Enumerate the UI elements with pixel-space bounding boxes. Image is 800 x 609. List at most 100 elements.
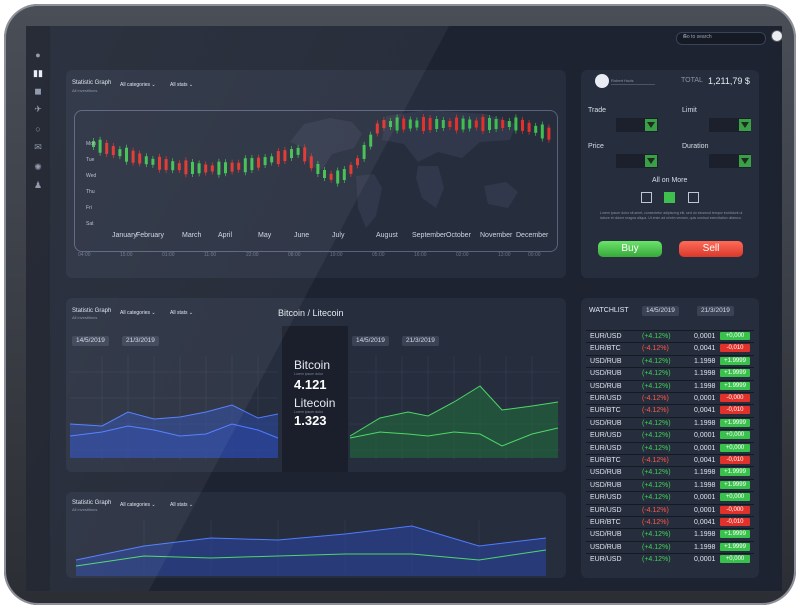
watchlist-row[interactable]: USD/RUB (+4.12%) 1.1998 +1.9999 bbox=[586, 478, 754, 492]
price-value: 1.1998 bbox=[694, 543, 716, 551]
watchlist-row[interactable]: USD/RUB (+4.12%) 1.1998 +1.9999 bbox=[586, 367, 754, 380]
pair-label: USD/RUB bbox=[590, 357, 622, 365]
price-value: 0,0001 bbox=[694, 494, 716, 502]
change-percent: (+4.12%) bbox=[642, 481, 671, 489]
watchlist-row[interactable]: EUR/BTC (-4.12%) 0,0041 -0,010 bbox=[586, 342, 754, 355]
change-percent: (+4.12%) bbox=[642, 444, 671, 452]
watchlist-row[interactable]: EUR/USD (-4.12%) 0,0001 -0,000 bbox=[586, 392, 754, 405]
change-percent: (+4.12%) bbox=[642, 382, 671, 390]
watchlist-row[interactable]: USD/RUB (+4.12%) 1.1998 +1.9999 bbox=[586, 416, 754, 430]
change-percent: (-4.12%) bbox=[642, 395, 669, 402]
watchlist-row[interactable]: USD/RUB (+4.12%) 1.1998 +1.9999 bbox=[586, 540, 754, 554]
watchlist-row[interactable]: EUR/USD (+4.12%) 0,0001 +0,000 bbox=[586, 441, 754, 455]
price-value: 0,0001 bbox=[694, 444, 716, 452]
pair-label: USD/RUB bbox=[590, 543, 622, 551]
watchlist-row[interactable]: EUR/USD (+4.12%) 0,0001 +0,000 bbox=[586, 429, 754, 442]
pair-label: USD/RUB bbox=[590, 469, 622, 477]
change-badge: +0,000 bbox=[720, 332, 750, 340]
change-badge: +1.9999 bbox=[720, 418, 750, 427]
change-badge: +1.9999 bbox=[720, 480, 750, 489]
watchlist-row[interactable]: EUR/USD (+4.12%) 0,0001 +0,000 bbox=[586, 330, 754, 343]
change-badge: +1.9999 bbox=[720, 530, 750, 539]
pair-label: USD/RUB bbox=[590, 419, 622, 427]
pair-label: USD/RUB bbox=[590, 370, 622, 378]
change-badge: +1.9999 bbox=[720, 369, 750, 378]
change-badge: +0,000 bbox=[720, 555, 750, 564]
pair-label: EUR/USD bbox=[590, 506, 622, 514]
change-percent: (+4.12%) bbox=[642, 333, 671, 340]
watchlist-row[interactable]: EUR/USD (+4.12%) 0,0001 +0,000 bbox=[586, 491, 754, 504]
price-value: 0,0001 bbox=[694, 395, 716, 402]
pair-label: EUR/BTC bbox=[590, 345, 621, 353]
change-badge: -0,010 bbox=[720, 518, 750, 526]
change-badge: -0,000 bbox=[720, 505, 750, 514]
change-percent: (+4.12%) bbox=[642, 419, 671, 427]
price-value: 0,0001 bbox=[694, 333, 716, 340]
price-value: 1.1998 bbox=[694, 531, 716, 539]
watchlist-row[interactable]: EUR/BTC (-4.12%) 0,0041 -0,010 bbox=[586, 404, 754, 417]
change-percent: (-4.12%) bbox=[642, 519, 669, 526]
change-percent: (-4.12%) bbox=[642, 407, 669, 415]
pair-label: EUR/BTC bbox=[590, 457, 621, 464]
price-value: 1.1998 bbox=[694, 419, 716, 427]
change-percent: (+4.12%) bbox=[642, 469, 671, 477]
change-badge: +0,000 bbox=[720, 493, 750, 502]
change-badge: +1.9999 bbox=[720, 542, 750, 551]
pair-label: EUR/BTC bbox=[590, 519, 621, 526]
pair-label: EUR/USD bbox=[590, 444, 622, 452]
change-percent: (+4.12%) bbox=[642, 432, 671, 440]
pair-label: EUR/USD bbox=[590, 395, 622, 402]
price-value: 1.1998 bbox=[694, 382, 716, 390]
watchlist-row[interactable]: EUR/BTC (-4.12%) 0,0041 -0,010 bbox=[586, 454, 754, 467]
date-chip[interactable]: 21/3/2019 bbox=[697, 306, 734, 316]
change-percent: (+4.12%) bbox=[642, 494, 671, 502]
change-percent: (+4.12%) bbox=[642, 531, 671, 539]
bottom-area-blue bbox=[76, 526, 546, 576]
price-value: 0,0001 bbox=[694, 432, 716, 440]
pair-label: EUR/USD bbox=[590, 333, 622, 340]
price-value: 1.1998 bbox=[694, 469, 716, 477]
pair-label: USD/RUB bbox=[590, 481, 622, 489]
change-badge: -0,010 bbox=[720, 406, 750, 415]
price-value: 0,0041 bbox=[694, 457, 716, 464]
watchlist-row[interactable]: USD/RUB (+4.12%) 1.1998 +1.9999 bbox=[586, 466, 754, 479]
price-value: 0,0041 bbox=[694, 407, 716, 415]
change-badge: +0,000 bbox=[720, 443, 750, 452]
dashboard-screen: ● ▮▮ ◼ ✈ ○ ✉ ✺ ♟ Go to search ⌕ Statisti… bbox=[26, 26, 782, 591]
watchlist-row[interactable]: EUR/USD (-4.12%) 0,0001 -0,000 bbox=[586, 503, 754, 517]
price-value: 1.1998 bbox=[694, 370, 716, 378]
change-percent: (+4.12%) bbox=[642, 370, 671, 378]
watchlist-row[interactable]: USD/RUB (+4.12%) 1.1998 +1.9999 bbox=[586, 354, 754, 368]
change-percent: (+4.12%) bbox=[642, 543, 671, 551]
date-chip[interactable]: 14/5/2019 bbox=[642, 306, 679, 316]
change-percent: (-4.12%) bbox=[642, 345, 669, 353]
pair-label: EUR/USD bbox=[590, 432, 622, 440]
price-value: 1.1998 bbox=[694, 357, 716, 365]
price-value: 0,0001 bbox=[694, 506, 716, 514]
price-value: 0,0001 bbox=[694, 556, 716, 564]
pair-label: USD/RUB bbox=[590, 531, 622, 539]
change-badge: -0,000 bbox=[720, 394, 750, 402]
change-badge: +1.9999 bbox=[720, 381, 750, 390]
change-badge: +1.9999 bbox=[720, 468, 750, 477]
change-percent: (-4.12%) bbox=[642, 457, 669, 464]
pair-label: USD/RUB bbox=[590, 382, 622, 390]
change-percent: (+4.12%) bbox=[642, 556, 671, 564]
pair-label: EUR/USD bbox=[590, 556, 622, 564]
pair-label: EUR/BTC bbox=[590, 407, 621, 415]
price-value: 1.1998 bbox=[694, 481, 716, 489]
change-badge: -0,010 bbox=[720, 456, 750, 464]
watchlist-title: WATCHLIST bbox=[589, 307, 629, 314]
change-percent: (+4.12%) bbox=[642, 357, 671, 365]
watchlist-row[interactable]: USD/RUB (+4.12%) 1.1998 +1.9999 bbox=[586, 379, 754, 393]
price-value: 0,0041 bbox=[694, 345, 716, 353]
change-badge: +0,000 bbox=[720, 431, 750, 440]
watchlist-row[interactable]: EUR/USD (+4.12%) 0,0001 +0,000 bbox=[586, 553, 754, 566]
change-badge: +1.9999 bbox=[720, 356, 750, 365]
price-value: 0,0041 bbox=[694, 519, 716, 526]
pair-label: EUR/USD bbox=[590, 494, 622, 502]
tablet-frame: ● ▮▮ ◼ ✈ ○ ✉ ✺ ♟ Go to search ⌕ Statisti… bbox=[4, 4, 796, 605]
change-badge: -0,010 bbox=[720, 344, 750, 353]
watchlist-row[interactable]: USD/RUB (+4.12%) 1.1998 +1.9999 bbox=[586, 528, 754, 541]
watchlist-row[interactable]: EUR/BTC (-4.12%) 0,0041 -0,010 bbox=[586, 516, 754, 529]
